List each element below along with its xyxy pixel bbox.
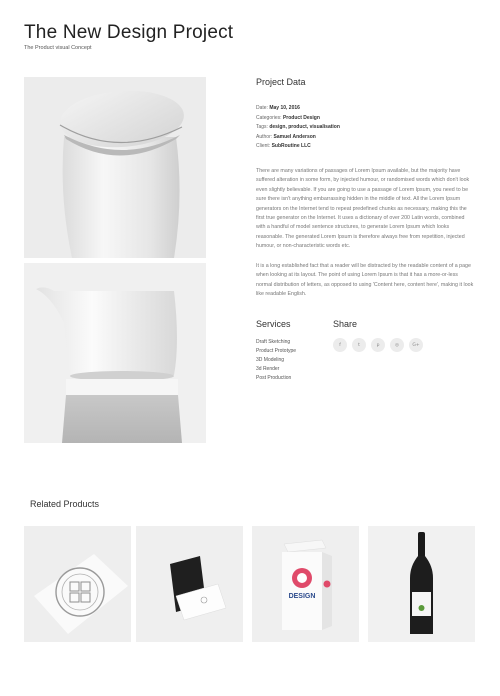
pinterest-icon[interactable]: p <box>371 338 385 352</box>
share-heading: Share <box>333 319 358 329</box>
meta-label: Client: <box>256 143 271 149</box>
google-plus-icon[interactable]: G+ <box>409 338 423 352</box>
business-card-image <box>136 526 243 642</box>
meta-label: Date: <box>256 105 268 111</box>
meta-label: Tags: <box>256 124 268 130</box>
project-meta: Date: May 10, 2016 Categories: Product D… <box>256 104 340 152</box>
meta-value: May 10, 2016 <box>269 105 300 111</box>
service-item: Post Production <box>256 375 292 381</box>
meta-value: Samuel Anderson <box>273 133 316 140</box>
meta-value[interactable]: design, product, visualisation <box>269 124 340 130</box>
services-heading: Services <box>256 319 291 329</box>
meta-tags: Tags: design, product, visualisation <box>256 123 340 133</box>
meta-label: Categories: <box>256 114 282 121</box>
cup-top-illustration <box>24 77 206 258</box>
meta-value[interactable]: Product Design <box>283 115 320 121</box>
meta-categories: Categories: Product Design <box>256 114 340 124</box>
twitter-icon[interactable]: t <box>352 338 366 352</box>
service-item: 3D Modeling <box>256 357 285 363</box>
service-item: Draft Sketching <box>256 339 291 345</box>
box-label: DESIGN <box>289 593 316 600</box>
related-product-stamp[interactable] <box>24 526 131 642</box>
related-product-wine-bottle[interactable] <box>368 526 475 642</box>
description-paragraph-2: It is a long established fact that a rea… <box>256 263 474 298</box>
page-title: The New Design Project <box>24 22 234 43</box>
meta-value: SubRoutine LLC <box>271 143 311 149</box>
project-data-heading: Project Data <box>256 77 306 87</box>
jug-illustration <box>24 263 206 443</box>
project-image-bottom[interactable] <box>24 263 206 443</box>
meta-author: Author: Samuel Anderson <box>256 133 340 143</box>
design-box-image: DESIGN <box>252 526 359 642</box>
wine-bottle-image <box>368 526 475 642</box>
service-item: Product Prototype <box>256 348 297 354</box>
related-product-business-card[interactable] <box>136 526 243 642</box>
service-item: 3d Render <box>256 366 280 372</box>
related-product-design-box[interactable]: DESIGN <box>252 526 359 642</box>
services-list: Draft Sketching Product Prototype 3D Mod… <box>256 338 296 383</box>
project-image-top[interactable] <box>24 77 206 258</box>
description-paragraph-1: There are many variations of passages of… <box>256 168 470 250</box>
meta-label: Author: <box>256 133 273 140</box>
facebook-icon[interactable]: f <box>333 338 347 352</box>
share-buttons: f t p ◎ G+ <box>333 338 423 352</box>
meta-client: Client: SubRoutine LLC <box>256 142 340 152</box>
related-products-heading: Related Products <box>30 499 100 509</box>
instagram-icon[interactable]: ◎ <box>390 338 404 352</box>
meta-date: Date: May 10, 2016 <box>256 104 340 114</box>
page-subtitle: The Product visual Concept <box>24 45 92 51</box>
stamp-seal-image <box>24 526 131 642</box>
